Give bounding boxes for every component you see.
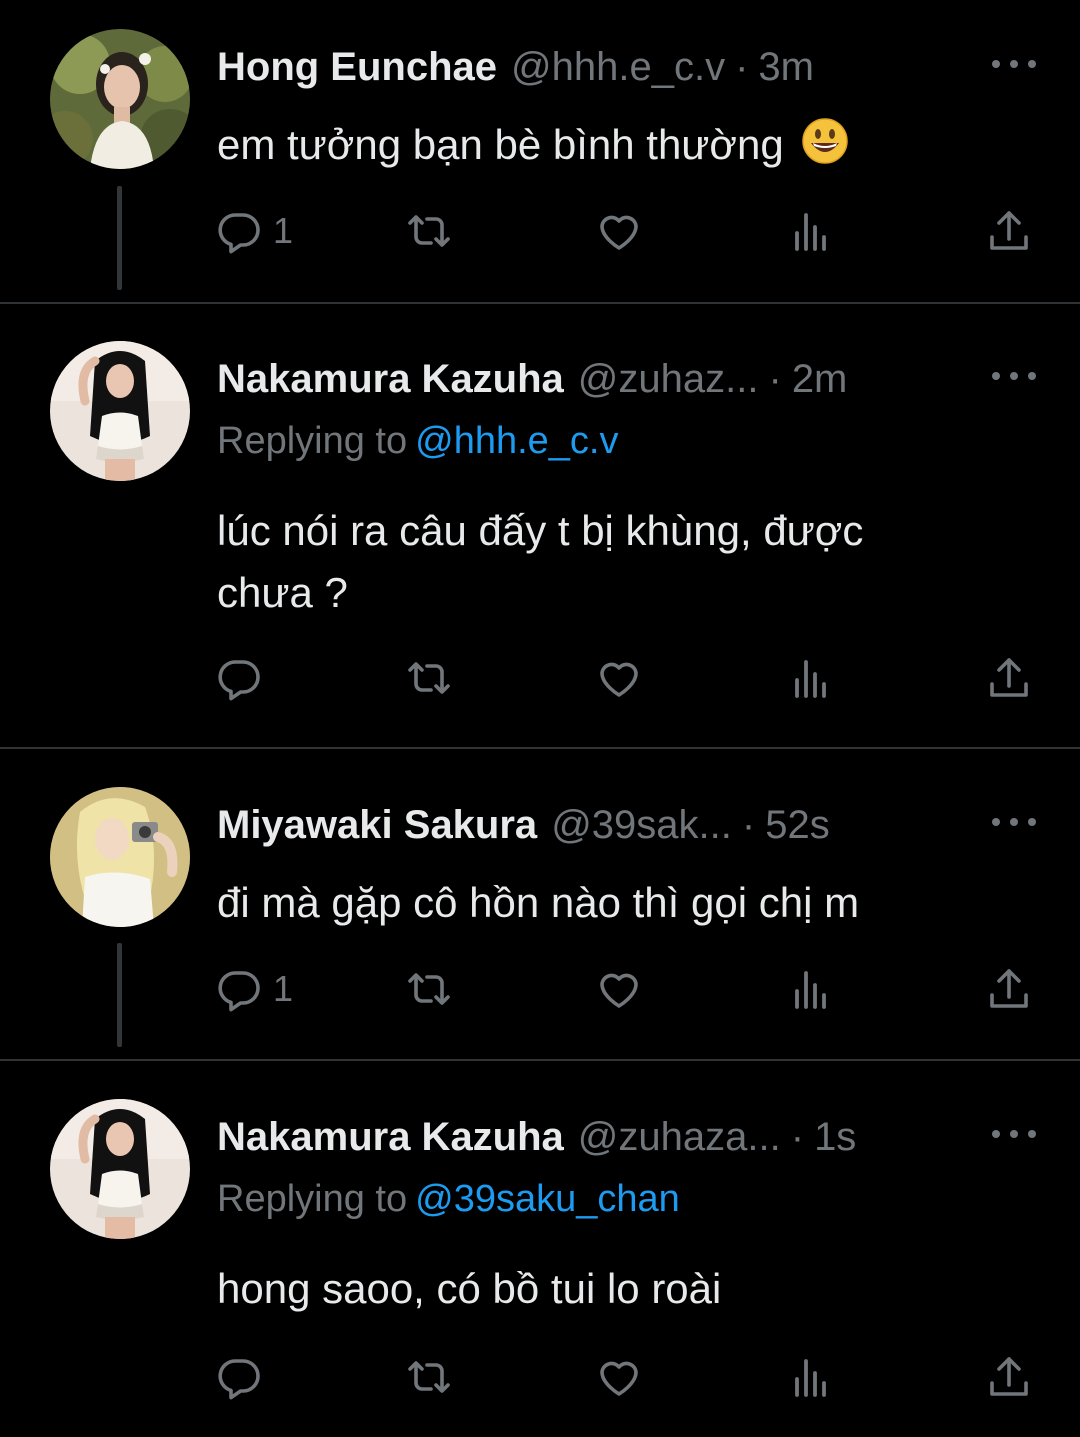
timestamp[interactable]: 1s	[814, 1115, 856, 1160]
action-bar: 1	[215, 964, 1045, 1014]
grinning-face-emoji	[802, 118, 849, 164]
username[interactable]: @39sak...	[551, 803, 732, 848]
share-icon	[985, 207, 1033, 255]
like-icon	[595, 1353, 643, 1401]
views-icon	[787, 965, 835, 1013]
separator-dot: ·	[790, 1114, 805, 1159]
views-button[interactable]	[787, 206, 835, 256]
reply-icon	[215, 1353, 263, 1401]
like-icon	[595, 207, 643, 255]
views-button[interactable]	[787, 653, 835, 703]
share-icon	[985, 965, 1033, 1013]
reply-icon	[215, 965, 263, 1013]
thread-line	[117, 943, 122, 1047]
reply-icon	[215, 207, 263, 255]
retweet-icon	[405, 1353, 453, 1401]
avatar[interactable]	[50, 1099, 190, 1239]
divider	[0, 1059, 1080, 1061]
tweet-header: Miyawaki Sakura @39sak... · 52s	[217, 800, 830, 850]
retweet-icon	[405, 654, 453, 702]
tweet-header: Nakamura Kazuha @zuhaza... · 1s	[217, 1112, 856, 1162]
reply-button[interactable]	[215, 653, 263, 703]
username[interactable]: @hhh.e_c.v	[511, 45, 725, 90]
replying-to: Replying to @hhh.e_c.v	[217, 420, 618, 463]
divider	[0, 747, 1080, 749]
timestamp[interactable]: 3m	[758, 45, 814, 90]
views-icon	[787, 207, 835, 255]
share-button[interactable]	[985, 653, 1033, 703]
like-icon	[595, 965, 643, 1013]
reply-icon	[215, 654, 263, 702]
tweet-text-content: hong saoo, có bồ tui lo roài	[217, 1265, 722, 1312]
like-button[interactable]	[595, 206, 643, 256]
mention-link[interactable]: @hhh.e_c.v	[415, 420, 618, 462]
thread-line	[117, 186, 122, 290]
retweet-button[interactable]	[405, 206, 453, 256]
action-bar	[215, 653, 1045, 703]
replying-to-label: Replying to	[217, 1178, 408, 1220]
display-name[interactable]: Hong Eunchae	[217, 45, 497, 90]
tweet-text-content: em tưởng bạn bè bình thường	[217, 121, 784, 168]
reply-count: 1	[273, 210, 294, 251]
retweet-button[interactable]	[405, 653, 453, 703]
mention-link[interactable]: @39saku_chan	[415, 1178, 680, 1220]
avatar[interactable]	[50, 787, 190, 927]
more-icon[interactable]	[992, 54, 1036, 74]
replying-to: Replying to @39saku_chan	[217, 1178, 680, 1221]
replying-to-label: Replying to	[217, 420, 408, 462]
retweet-icon	[405, 965, 453, 1013]
tweet-text-content: lúc nói ra câu đấy t bị khùng, được chưa…	[217, 507, 864, 616]
share-button[interactable]	[985, 1352, 1033, 1402]
share-icon	[985, 654, 1033, 702]
retweet-icon	[405, 207, 453, 255]
timestamp[interactable]: 2m	[792, 357, 848, 402]
share-button[interactable]	[985, 206, 1033, 256]
reply-button[interactable]	[215, 1352, 263, 1402]
retweet-button[interactable]	[405, 964, 453, 1014]
action-bar: 1	[215, 206, 1045, 256]
views-icon	[787, 654, 835, 702]
more-icon[interactable]	[992, 812, 1036, 832]
tweet-text: đi mà gặp cô hồn nào thì gọi chị m	[217, 872, 957, 934]
share-button[interactable]	[985, 964, 1033, 1014]
more-icon[interactable]	[992, 1124, 1036, 1144]
like-button[interactable]	[595, 653, 643, 703]
avatar[interactable]	[50, 29, 190, 169]
reply-count: 1	[273, 968, 294, 1009]
like-button[interactable]	[595, 964, 643, 1014]
tweet-header: Hong Eunchae @hhh.e_c.v · 3m	[217, 42, 814, 92]
timestamp[interactable]: 52s	[765, 803, 830, 848]
tweet-text-content: đi mà gặp cô hồn nào thì gọi chị m	[217, 879, 860, 926]
tweet-text: hong saoo, có bồ tui lo roài	[217, 1258, 957, 1320]
username[interactable]: @zuhaza...	[578, 1115, 781, 1160]
views-icon	[787, 1353, 835, 1401]
separator-dot: ·	[735, 44, 749, 89]
reply-button[interactable]: 1	[215, 206, 293, 256]
reply-button[interactable]: 1	[215, 964, 293, 1014]
more-icon[interactable]	[992, 366, 1036, 386]
like-icon	[595, 654, 643, 702]
display-name[interactable]: Nakamura Kazuha	[217, 357, 564, 402]
username[interactable]: @zuhaz...	[578, 357, 759, 402]
retweet-button[interactable]	[405, 1352, 453, 1402]
views-button[interactable]	[787, 964, 835, 1014]
action-bar	[215, 1352, 1045, 1402]
like-button[interactable]	[595, 1352, 643, 1402]
display-name[interactable]: Miyawaki Sakura	[217, 803, 537, 848]
separator-dot: ·	[768, 356, 782, 401]
display-name[interactable]: Nakamura Kazuha	[217, 1115, 564, 1160]
separator-dot: ·	[741, 802, 756, 847]
avatar[interactable]	[50, 341, 190, 481]
share-icon	[985, 1353, 1033, 1401]
divider	[0, 302, 1080, 304]
tweet-header: Nakamura Kazuha @zuhaz... · 2m	[217, 354, 847, 404]
tweet-text: lúc nói ra câu đấy t bị khùng, được chưa…	[217, 500, 957, 624]
tweet-text: em tưởng bạn bè bình thường	[217, 114, 957, 176]
views-button[interactable]	[787, 1352, 835, 1402]
